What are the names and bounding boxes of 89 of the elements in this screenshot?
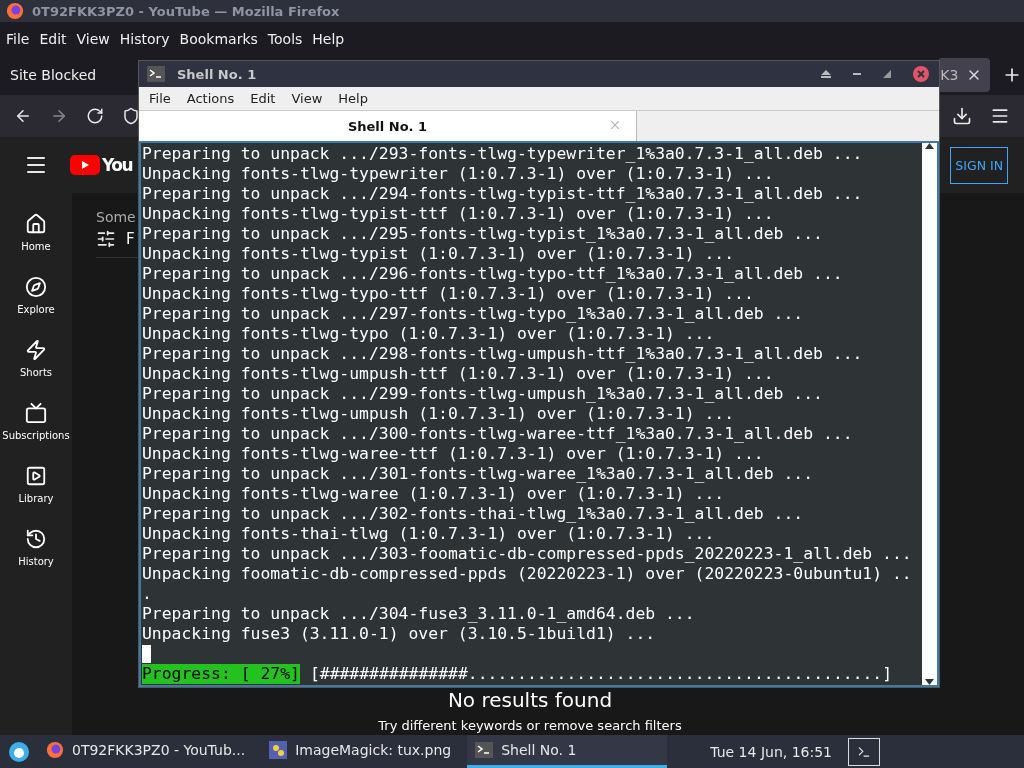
back-icon[interactable]: [14, 107, 32, 125]
shade-icon[interactable]: [821, 70, 831, 78]
empty-hint: Try different keywords or remove search filters: [378, 718, 682, 733]
menu-item[interactable]: Actions: [186, 91, 235, 106]
terminal-line: Preparing to unpack .../295-fonts-tlwg-typist_1%3a0.7.3-1_all.deb ...: [142, 224, 824, 244]
terminal-line: Preparing to unpack .../303-foomatic-db-compressed-ppds_20220223-1_all.deb ...: [142, 544, 913, 564]
forward-icon[interactable]: [50, 107, 68, 125]
terminal-line: .: [142, 584, 153, 604]
menu-item[interactable]: File: [6, 30, 30, 47]
scroll-up-icon[interactable]: [925, 143, 934, 149]
cursor: [142, 645, 151, 663]
terminal-line: Unpacking fonts-thai-tlwg (1:0.7.3-1) over (1:0.7.3-1) ...: [142, 524, 716, 544]
sidebar-item[interactable]: Home: [0, 213, 72, 252]
menu-item[interactable]: View: [76, 30, 110, 47]
sidebar-item[interactable]: Shorts: [0, 339, 72, 378]
terminal-line: Preparing to unpack .../299-fonts-tlwg-umpush_1%3a0.7.3-1_all.deb ...: [142, 384, 824, 404]
terminal-icon: [475, 742, 494, 758]
close-icon[interactable]: [913, 66, 929, 82]
maximize-icon[interactable]: [883, 70, 891, 78]
sidebar-icon[interactable]: [25, 339, 47, 361]
terminal-line: Unpacking fonts-tlwg-umpush (1:0.7.3-1) over (1:0.7.3-1) ...: [142, 404, 736, 424]
menu-icon[interactable]: [990, 106, 1010, 126]
scrollbar[interactable]: [922, 143, 937, 685]
taskbar-item[interactable]: ImageMagick: tux.png: [261, 735, 460, 768]
reload-icon[interactable]: [86, 107, 104, 125]
sidebar-icon[interactable]: [25, 276, 47, 298]
terminal-line: Unpacking fonts-tlwg-typewriter (1:0.7.3-1) over (1:0.7.3-1) ...: [142, 164, 775, 184]
terminal-line: Unpacking fuse3 (3.11.0-1) over (3.10.5-1build1) ...: [142, 624, 657, 644]
terminal-icon[interactable]: [857, 744, 871, 759]
terminal-line: Unpacking fonts-tlwg-typo (1:0.7.3-1) over (1:0.7.3-1) ...: [142, 324, 716, 344]
logo-text: You: [102, 155, 133, 175]
firefox-icon: [6, 2, 24, 20]
menu-item[interactable]: Help: [312, 30, 345, 47]
sidebar-item[interactable]: Library: [0, 465, 72, 504]
terminal-line: Unpacking fonts-tlwg-umpush-ttf (1:0.7.3-1) over (1:0.7.3-1) ...: [142, 364, 775, 384]
scroll-down-icon[interactable]: [925, 679, 934, 685]
terminal-line: Preparing to unpack .../304-fuse3_3.11.0-1_amd64.deb ...: [142, 604, 696, 624]
sidebar-icon[interactable]: [25, 402, 47, 424]
filter-icon[interactable]: [96, 229, 116, 249]
taskbar-item[interactable]: Shell No. 1: [467, 735, 668, 768]
download-icon[interactable]: [952, 106, 972, 126]
terminal-line: Unpacking foomatic-db-compressed-ppds (20220223-1) over (20220223-0ubuntu1) ..: [142, 564, 913, 584]
terminal-line: Unpacking fonts-tlwg-waree-ttf (1:0.7.3-1) over (1:0.7.3-1) ...: [142, 444, 765, 464]
image-app-icon: [269, 741, 288, 759]
terminal-line: Preparing to unpack .../298-fonts-tlwg-umpush-ttf_1%3a0.7.3-1_all.deb ...: [142, 344, 864, 364]
filter-label[interactable]: F: [126, 230, 135, 248]
sidebar-item[interactable]: History: [0, 528, 72, 567]
terminal-line: Unpacking fonts-tlwg-waree (1:0.7.3-1) over (1:0.7.3-1) ...: [142, 484, 726, 504]
window-title: Shell No. 1: [177, 66, 257, 82]
sidebar-item[interactable]: Explore: [0, 276, 72, 315]
menu-item[interactable]: Help: [338, 91, 368, 106]
sidebar-icon[interactable]: [25, 528, 47, 550]
menu-item[interactable]: Edit: [250, 91, 276, 106]
browser-tab[interactable]: Site Blocked: [0, 58, 107, 92]
terminal-line: Unpacking fonts-tlwg-typist (1:0.7.3-1) over (1:0.7.3-1) ...: [142, 244, 736, 264]
sidebar-icon[interactable]: [25, 213, 47, 235]
terminal-tab[interactable]: Shell No. 1: [139, 111, 637, 141]
terminal-line: Preparing to unpack .../297-fonts-tlwg-typo_1%3a0.7.3-1_all.deb ...: [142, 304, 805, 324]
terminal-tray-button[interactable]: [848, 737, 880, 766]
terminal-line: Preparing to unpack .../294-fonts-tlwg-typist-ttf_1%3a0.7.3-1_all.deb ...: [142, 184, 864, 204]
play-logo-icon: [70, 155, 100, 175]
menu-item[interactable]: View: [291, 91, 323, 106]
terminal-line: Preparing to unpack .../296-fonts-tlwg-typo-ttf_1%3a0.7.3-1_all.deb ...: [142, 264, 844, 284]
shield-icon[interactable]: [122, 107, 140, 125]
terminal-icon: [147, 66, 165, 82]
terminal-line: Preparing to unpack .../302-fonts-thai-tlwg_1%3a0.7.3-1_all.deb ...: [142, 504, 805, 524]
progress-bar-text: [###############..........................................]: [309, 664, 893, 684]
terminal-line: Preparing to unpack .../293-fonts-tlwg-typewriter_1%3a0.7.3-1_all.deb ...: [142, 144, 864, 164]
progress-label: Progress: [ 27%]: [142, 664, 300, 684]
terminal-line: Unpacking fonts-tlwg-typist-ttf (1:0.7.3-1) over (1:0.7.3-1) ...: [142, 204, 775, 224]
sidebar-icon[interactable]: [25, 465, 47, 487]
menu-item[interactable]: History: [119, 30, 170, 47]
results-summary: Some: [96, 209, 136, 225]
terminal-line: Preparing to unpack .../301-fonts-tlwg-waree_1%3a0.7.3-1_all.deb ...: [142, 464, 815, 484]
menu-item[interactable]: Edit: [39, 30, 67, 47]
launcher-icon[interactable]: [8, 740, 30, 763]
sidebar-item[interactable]: Subscriptions: [0, 402, 72, 441]
window-title: 0T92FKK3PZ0 - YouTube — Mozilla Firefox: [32, 3, 340, 19]
sign-in-button[interactable]: SIGN IN: [950, 146, 1008, 184]
menu-item[interactable]: File: [149, 91, 171, 106]
terminal-line: Unpacking fonts-tlwg-typo-ttf (1:0.7.3-1) over (1:0.7.3-1) ...: [142, 284, 755, 304]
taskbar-item[interactable]: 0T92FKK3PZ0 - YouTub...: [38, 735, 254, 768]
browser-tab[interactable]: K3: [938, 58, 991, 92]
firefox-icon: [46, 741, 64, 759]
menu-item[interactable]: Bookmarks: [179, 30, 258, 47]
empty-title: No results found: [447, 688, 613, 712]
menu-item[interactable]: Tools: [267, 30, 303, 47]
clock: Tue 14 Jun, 16:51: [710, 743, 832, 760]
terminal-line: Preparing to unpack .../300-fonts-tlwg-waree-ttf_1%3a0.7.3-1_all.deb ...: [142, 424, 854, 444]
